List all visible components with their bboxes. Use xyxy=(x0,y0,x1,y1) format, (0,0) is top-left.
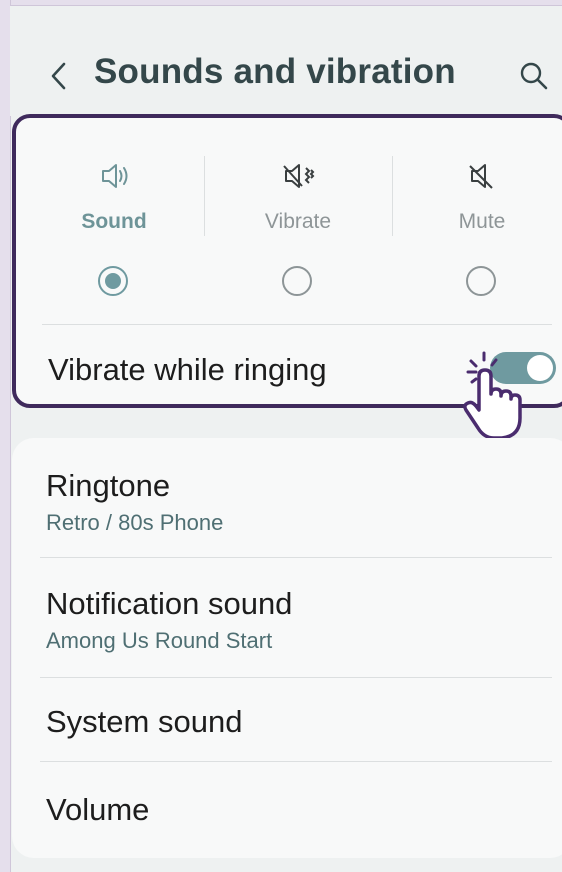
vibrate-while-ringing-label: Vibrate while ringing xyxy=(48,352,327,387)
ringtone-value: Retro / 80s Phone xyxy=(46,510,224,535)
back-button[interactable] xyxy=(44,58,74,98)
window-frame-left xyxy=(0,0,11,872)
sound-mode-option-vibrate[interactable]: Vibrate xyxy=(208,158,388,318)
divider xyxy=(204,156,205,236)
ringtone-title: Ringtone xyxy=(46,468,171,503)
speaker-mute-icon xyxy=(462,158,502,194)
ringtone-row[interactable]: Ringtone Retro / 80s Phone xyxy=(12,438,562,556)
vibrate-while-ringing-toggle[interactable] xyxy=(490,352,556,384)
toggle-knob xyxy=(527,355,553,381)
system-sound-row[interactable]: System sound xyxy=(12,678,562,762)
app-header: Sounds and vibration xyxy=(10,6,562,116)
notification-sound-row[interactable]: Notification sound Among Us Round Start xyxy=(12,558,562,676)
speaker-sound-icon xyxy=(94,158,134,194)
vibrate-mode-radio[interactable] xyxy=(282,266,312,296)
sound-mode-radio[interactable] xyxy=(98,266,128,296)
notification-sound-title: Notification sound xyxy=(46,586,293,621)
volume-row[interactable]: Volume xyxy=(12,762,562,852)
sound-mode-option-mute[interactable]: Mute xyxy=(392,158,562,318)
mute-mode-radio[interactable] xyxy=(466,266,496,296)
speaker-vibrate-icon xyxy=(278,158,318,194)
sound-mode-option-sound[interactable]: Sound xyxy=(24,158,204,318)
vibrate-while-ringing-row[interactable]: Vibrate while ringing xyxy=(16,326,562,406)
sound-settings-list: Ringtone Retro / 80s Phone Notification … xyxy=(12,438,562,858)
search-button[interactable] xyxy=(514,58,554,98)
sound-mode-label: Sound xyxy=(81,210,147,233)
chevron-left-icon xyxy=(49,60,69,97)
notification-sound-value: Among Us Round Start xyxy=(46,628,273,653)
volume-title: Volume xyxy=(46,792,150,827)
sound-mode-card: Sound Vibrate Mute Vibrate while ringing xyxy=(12,114,562,408)
vibrate-mode-label: Vibrate xyxy=(264,210,332,233)
divider xyxy=(42,324,552,325)
mute-mode-label: Mute xyxy=(458,210,506,233)
page-title: Sounds and vibration xyxy=(94,52,456,91)
system-sound-title: System sound xyxy=(46,704,243,739)
search-icon xyxy=(519,61,549,96)
